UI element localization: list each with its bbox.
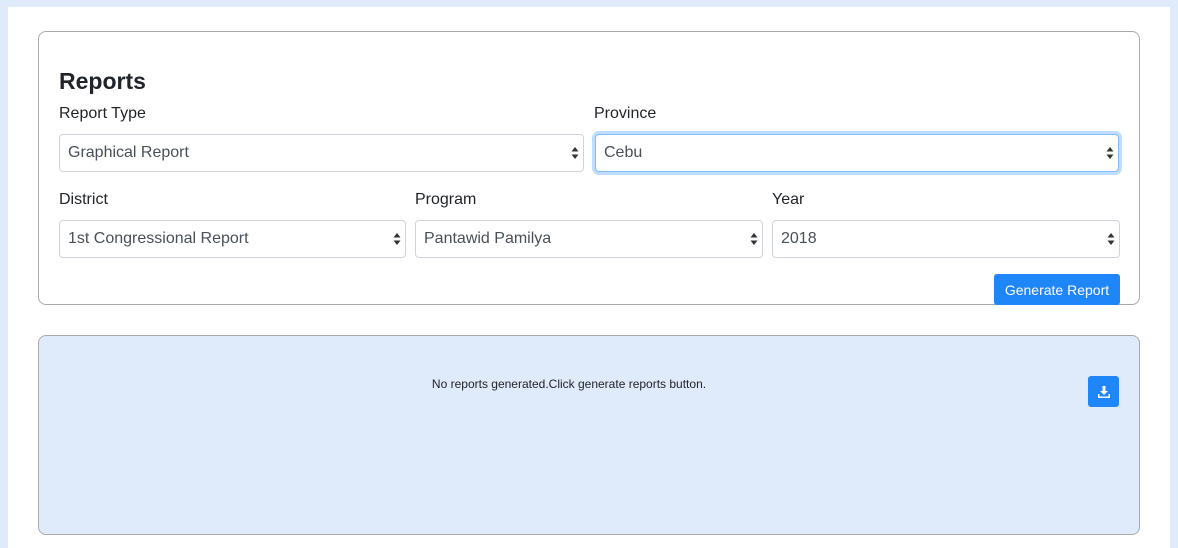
program-select[interactable]: Pantawid Pamilya [415,220,763,258]
report-type-label: Report Type [59,105,146,122]
year-select[interactable]: 2018 [772,220,1120,258]
year-label: Year [772,191,805,208]
district-value: 1st Congressional Report [68,230,249,247]
page: Reports Report Type Graphical Report Pro… [8,7,1170,548]
district-label: District [59,191,108,208]
select-caret-icon [1106,147,1114,159]
report-type-select[interactable]: Graphical Report [59,134,584,172]
year-value: 2018 [781,230,817,247]
report-type-value: Graphical Report [68,144,189,161]
empty-state-message: No reports generated.Click generate repo… [431,377,707,391]
province-label: Province [594,105,657,122]
select-caret-icon [571,147,579,159]
select-caret-icon [393,233,401,245]
generate-report-button[interactable]: Generate Report [994,274,1120,305]
select-caret-icon [750,233,758,245]
report-filter-card: Reports Report Type Graphical Report Pro… [38,31,1140,305]
report-result-panel: No reports generated.Click generate repo… [38,335,1140,535]
program-label: Program [415,191,477,208]
program-value: Pantawid Pamilya [424,230,552,247]
download-button[interactable] [1088,376,1119,407]
select-caret-icon [1107,233,1115,245]
province-select[interactable]: Cebu [595,134,1119,172]
province-value: Cebu [604,144,643,161]
district-select[interactable]: 1st Congressional Report [59,220,406,258]
page-title: Reports [59,68,146,94]
download-icon [1097,385,1110,398]
